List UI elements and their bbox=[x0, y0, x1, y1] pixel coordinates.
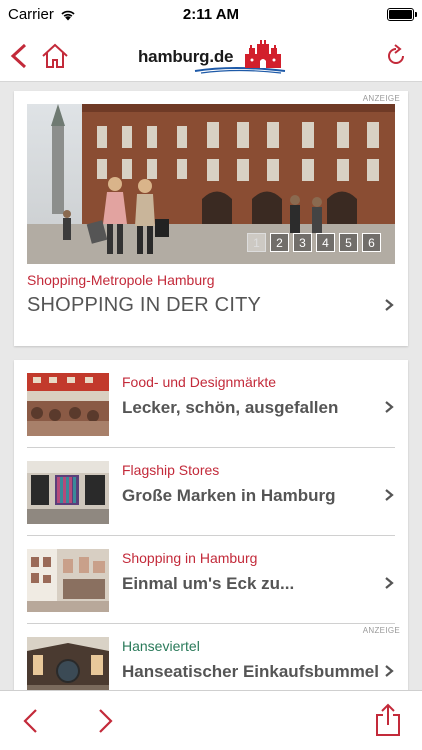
item-title: Hanseatischer Einkaufsbummel bbox=[122, 662, 379, 681]
item-title: Lecker, schön, ausgefallen bbox=[122, 398, 339, 417]
battery-icon bbox=[387, 8, 417, 21]
carousel-pager: 1 2 3 4 5 6 bbox=[247, 233, 381, 252]
pager-dot[interactable]: 6 bbox=[362, 233, 381, 252]
nav-bar: hamburg.de bbox=[0, 30, 422, 82]
list-item[interactable]: ANZEIGE Hanseviertel Hanseatischer Einka… bbox=[14, 624, 408, 700]
chevron-right-icon bbox=[385, 299, 394, 311]
browser-forward-icon[interactable] bbox=[96, 707, 116, 735]
chevron-right-icon bbox=[385, 577, 394, 589]
home-icon[interactable] bbox=[40, 42, 70, 70]
chevron-right-icon bbox=[385, 401, 394, 413]
item-subtitle: Hanseviertel bbox=[122, 638, 200, 654]
item-subtitle: Shopping in Hamburg bbox=[122, 550, 258, 566]
thumbnail-flagship bbox=[27, 461, 109, 524]
browser-back-icon[interactable] bbox=[20, 707, 40, 735]
chevron-right-icon bbox=[385, 489, 394, 501]
list-item[interactable]: Flagship Stores Große Marken in Hamburg bbox=[14, 448, 408, 536]
bottom-toolbar bbox=[0, 690, 422, 750]
item-subtitle: Flagship Stores bbox=[122, 462, 220, 478]
thumbnail-shop bbox=[27, 549, 109, 612]
item-title: Große Marken in Hamburg bbox=[122, 486, 336, 505]
list-item[interactable]: Food- und Designmärkte Lecker, schön, au… bbox=[14, 360, 408, 448]
back-icon[interactable] bbox=[6, 42, 32, 70]
hamburg-crest-icon bbox=[245, 40, 281, 68]
hamburg-logo: hamburg.de bbox=[138, 40, 288, 78]
item-title: Einmal um's Eck zu... bbox=[122, 574, 295, 593]
status-bar: Carrier 2:11 AM bbox=[0, 0, 422, 30]
chevron-right-icon bbox=[385, 665, 394, 677]
refresh-icon[interactable] bbox=[384, 44, 408, 68]
article-list: Food- und Designmärkte Lecker, schön, au… bbox=[14, 360, 408, 700]
pager-dot[interactable]: 5 bbox=[339, 233, 358, 252]
featured-title: SHOPPING IN DER CITY bbox=[27, 294, 262, 316]
status-time: 2:11 AM bbox=[182, 6, 240, 23]
pager-dot[interactable]: 2 bbox=[270, 233, 289, 252]
pager-dot[interactable]: 3 bbox=[293, 233, 312, 252]
thumbnail-market bbox=[27, 373, 109, 436]
pager-dot[interactable]: 1 bbox=[247, 233, 266, 252]
featured-card[interactable]: ANZEIGE 1 2 3 4 5 6 Shopping-Metropole H… bbox=[14, 91, 408, 346]
pager-dot[interactable]: 4 bbox=[316, 233, 335, 252]
ad-label: ANZEIGE bbox=[362, 94, 400, 103]
item-subtitle: Food- und Designmärkte bbox=[122, 374, 277, 390]
featured-subtitle: Shopping-Metropole Hamburg bbox=[27, 272, 215, 288]
ad-label: ANZEIGE bbox=[362, 626, 400, 635]
hero-image[interactable]: 1 2 3 4 5 6 bbox=[27, 104, 395, 264]
list-item[interactable]: Shopping in Hamburg Einmal um's Eck zu..… bbox=[14, 536, 408, 624]
share-icon[interactable] bbox=[374, 703, 402, 737]
